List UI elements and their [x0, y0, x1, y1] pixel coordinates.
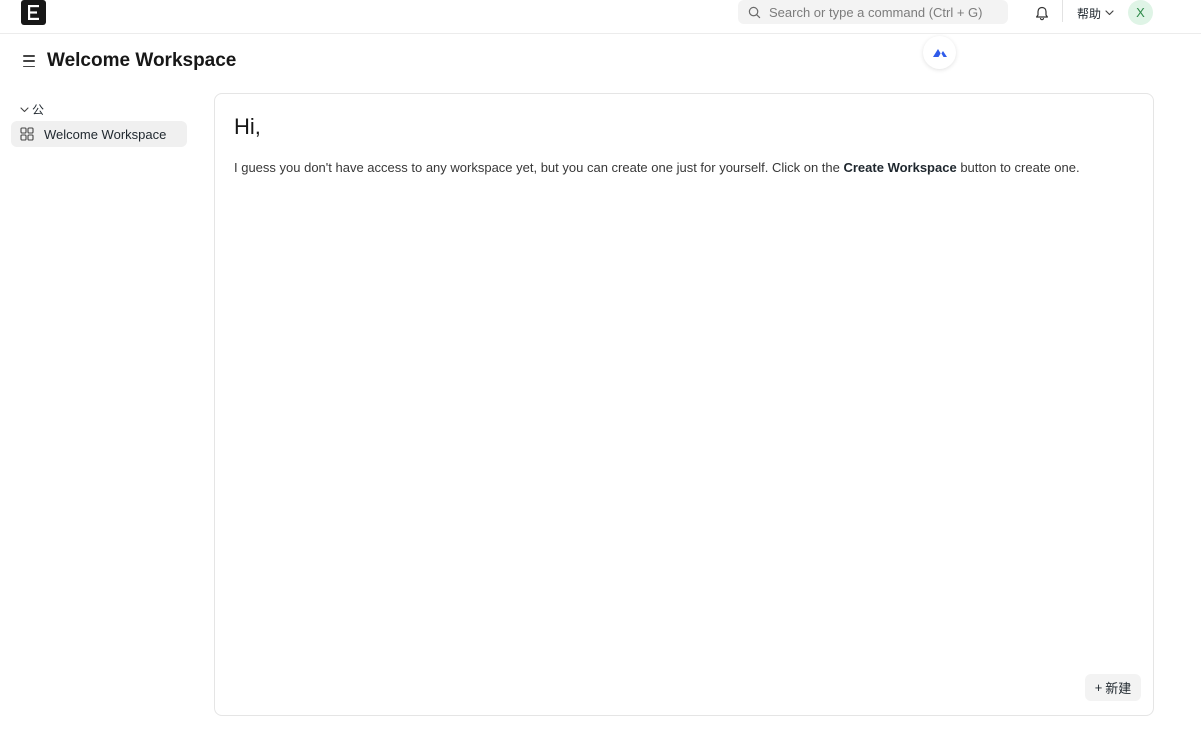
- chevron-down-icon: [1105, 10, 1114, 16]
- new-button-label: 新建: [1105, 681, 1132, 696]
- search-placeholder: Search or type a command (Ctrl + G): [769, 4, 983, 20]
- search-bar[interactable]: Search or type a command (Ctrl + G): [738, 0, 1008, 24]
- page-header: Welcome Workspace: [0, 34, 1201, 88]
- app-logo[interactable]: [21, 0, 46, 25]
- greeting-heading: Hi,: [234, 114, 261, 139]
- sidebar-item-label: Welcome Workspace: [44, 126, 167, 142]
- new-workspace-button[interactable]: + 新建: [1085, 674, 1141, 701]
- floating-assistant-button[interactable]: [923, 36, 956, 69]
- navbar: Search or type a command (Ctrl + G) 帮助 X: [0, 0, 1201, 34]
- notifications-button[interactable]: [1033, 4, 1051, 22]
- app-logo-icon: [28, 5, 39, 20]
- sidebar-toggle-icon[interactable]: [21, 53, 37, 69]
- no-workspace-message: I guess you don't have access to any wor…: [234, 160, 1080, 175]
- search-icon: [748, 6, 761, 18]
- sidebar-item-welcome-workspace[interactable]: Welcome Workspace: [11, 121, 187, 147]
- help-label: 帮助: [1077, 6, 1102, 21]
- message-text-before: I guess you don't have access to any wor…: [234, 160, 844, 175]
- workspace-card: Hi, I guess you don't have access to any…: [214, 93, 1154, 716]
- sidebar-section-label: 公: [32, 103, 45, 117]
- plus-icon: +: [1094, 680, 1103, 695]
- user-avatar[interactable]: X: [1128, 0, 1153, 25]
- message-create-workspace: Create Workspace: [843, 160, 957, 175]
- assistant-logo-icon: [932, 48, 947, 57]
- sidebar-section-public[interactable]: 公: [20, 101, 44, 118]
- bell-icon: [1036, 6, 1048, 20]
- grid-icon: [20, 127, 34, 141]
- page-title: Welcome Workspace: [47, 50, 237, 71]
- chevron-down-icon: [20, 106, 29, 112]
- message-text-after: button to create one.: [956, 160, 1080, 175]
- help-dropdown[interactable]: 帮助: [1077, 4, 1114, 22]
- navbar-divider: [1062, 0, 1063, 22]
